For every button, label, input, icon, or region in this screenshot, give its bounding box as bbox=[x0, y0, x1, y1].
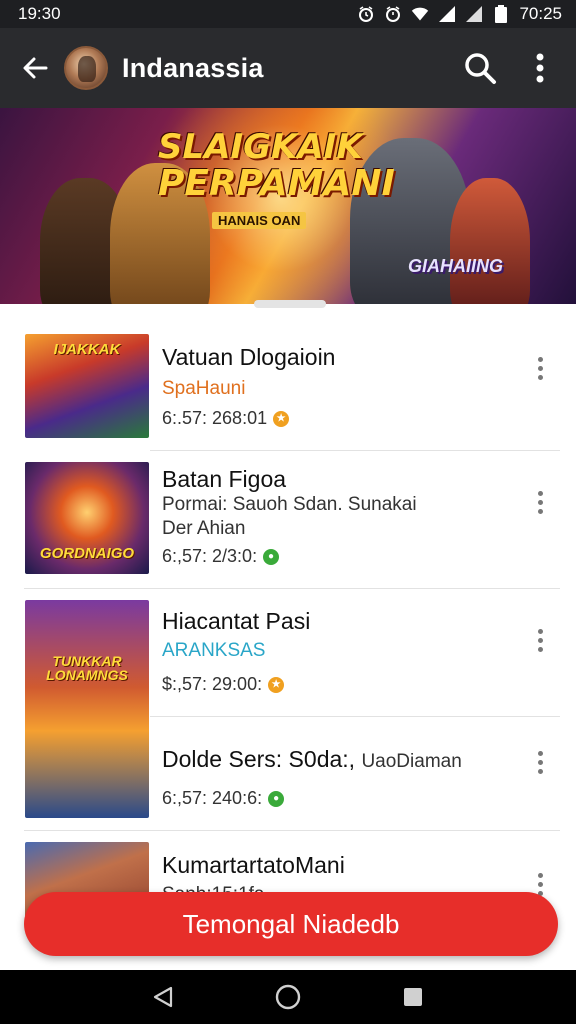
status-bar: 19:30 70:25 bbox=[0, 0, 576, 28]
item-more-button[interactable] bbox=[530, 744, 550, 780]
item-subtitle: SpaHauni bbox=[162, 378, 246, 399]
leaf-badge-icon: ● bbox=[263, 548, 280, 565]
arrow-left-icon bbox=[23, 57, 48, 79]
item-subtitle: Pormai: Sauoh Sdan. Sunakai bbox=[162, 494, 417, 515]
overflow-menu-button[interactable] bbox=[518, 46, 562, 90]
nav-home-icon bbox=[275, 984, 301, 1010]
leaf-badge-icon: ● bbox=[268, 790, 285, 807]
nav-home-button[interactable] bbox=[266, 975, 310, 1019]
nav-back-icon bbox=[153, 986, 172, 1008]
app-bar: Indanassia bbox=[0, 28, 576, 108]
item-meta: 6:,57: 240:6: ● bbox=[162, 788, 285, 809]
nav-recents-icon bbox=[404, 988, 423, 1006]
back-button[interactable] bbox=[18, 51, 52, 85]
thumbnail-caption: GORDNAIGO bbox=[39, 545, 135, 562]
battery-icon bbox=[492, 5, 510, 23]
item-title-suffix: UaoDiaman bbox=[361, 751, 462, 772]
item-title: Dolde Sers: S0da:, UaoDiaman bbox=[162, 746, 462, 773]
thumbnail-caption: TUNKKAR LONAMNGS bbox=[46, 653, 128, 683]
item-meta-text: 6:,57: 240:6: bbox=[162, 788, 263, 808]
item-meta-text: 6:,57: 2/3:0: bbox=[162, 546, 258, 566]
divider bbox=[150, 450, 560, 451]
item-meta: 6:,57: 2/3:0: ● bbox=[162, 546, 280, 567]
status-time-right: 70:25 bbox=[519, 4, 562, 23]
item-title: KumartartatoMani bbox=[162, 852, 345, 878]
status-time-left: 19:30 bbox=[18, 4, 61, 23]
sheet-handle[interactable] bbox=[254, 300, 326, 308]
divider bbox=[150, 716, 560, 717]
status-icons: 70:25 bbox=[357, 4, 562, 24]
item-title: Hiacantat Pasi bbox=[162, 608, 311, 634]
list-item[interactable]: IJAKKAK Vatuan Dlogaioin SpaHauni 6:.57:… bbox=[0, 334, 576, 444]
banner-headline-line-2: PERPAMANI bbox=[158, 163, 395, 204]
star-badge-icon: ★ bbox=[268, 676, 285, 693]
item-meta-text: $:,57: 29:00: bbox=[162, 674, 263, 694]
banner-headline-line-1: SLAIGKAIK bbox=[158, 127, 363, 167]
item-title: Vatuan Dlogaioin bbox=[162, 344, 336, 370]
item-more-button[interactable] bbox=[530, 484, 550, 520]
divider bbox=[24, 830, 560, 831]
item-thumbnail: GORDNAIGO bbox=[25, 462, 149, 574]
avatar[interactable] bbox=[64, 46, 108, 90]
item-thumbnail: IJAKKAK bbox=[25, 334, 149, 438]
banner-subtitle: HANAIS OAN bbox=[212, 212, 307, 229]
item-more-button[interactable] bbox=[530, 350, 550, 386]
system-nav-bar bbox=[0, 970, 576, 1024]
item-subtitle-line-2: Der Ahian bbox=[162, 518, 246, 539]
thumbnail-caption: IJAKKAK bbox=[53, 341, 121, 358]
divider bbox=[24, 588, 560, 589]
item-title-main: Dolde Sers: S0da:, bbox=[162, 746, 356, 772]
nav-back-button[interactable] bbox=[141, 975, 185, 1019]
page-title: Indanassia bbox=[122, 52, 264, 83]
star-badge-icon: ★ bbox=[273, 410, 290, 427]
list-item[interactable]: TUNKKAR LONAMNGS Hiacantat Pasi ARANKSAS… bbox=[0, 600, 576, 818]
signal-icon bbox=[438, 5, 456, 23]
list-item[interactable]: Dolde Sers: S0da:, UaoDiaman 6:,57: 240:… bbox=[0, 740, 576, 820]
item-meta-text: 6:.57: 268:01 bbox=[162, 408, 268, 428]
item-subtitle: ARANKSAS bbox=[162, 640, 266, 661]
wifi-icon bbox=[411, 5, 429, 23]
nav-recents-button[interactable] bbox=[391, 975, 435, 1019]
search-icon bbox=[465, 53, 496, 84]
banner-headline: SLAIGKAIK PERPAMANI bbox=[158, 130, 395, 202]
item-meta: 6:.57: 268:01 ★ bbox=[162, 408, 290, 429]
banner-character bbox=[450, 178, 530, 304]
banner-logo: GIAHAIING bbox=[408, 256, 504, 276]
primary-action-button[interactable]: Temongal Niadedb bbox=[24, 892, 558, 956]
search-button[interactable] bbox=[458, 46, 502, 90]
alarm-icon bbox=[357, 5, 375, 23]
item-meta: $:,57: 29:00: ★ bbox=[162, 674, 285, 695]
alarm-icon bbox=[384, 5, 402, 23]
signal-icon bbox=[465, 5, 483, 23]
more-vert-icon bbox=[536, 53, 544, 83]
item-title: Batan Figoa bbox=[162, 466, 287, 492]
item-more-button[interactable] bbox=[530, 622, 550, 658]
list-item[interactable]: GORDNAIGO Batan Figoa Pormai: Sauoh Sdan… bbox=[0, 462, 576, 576]
